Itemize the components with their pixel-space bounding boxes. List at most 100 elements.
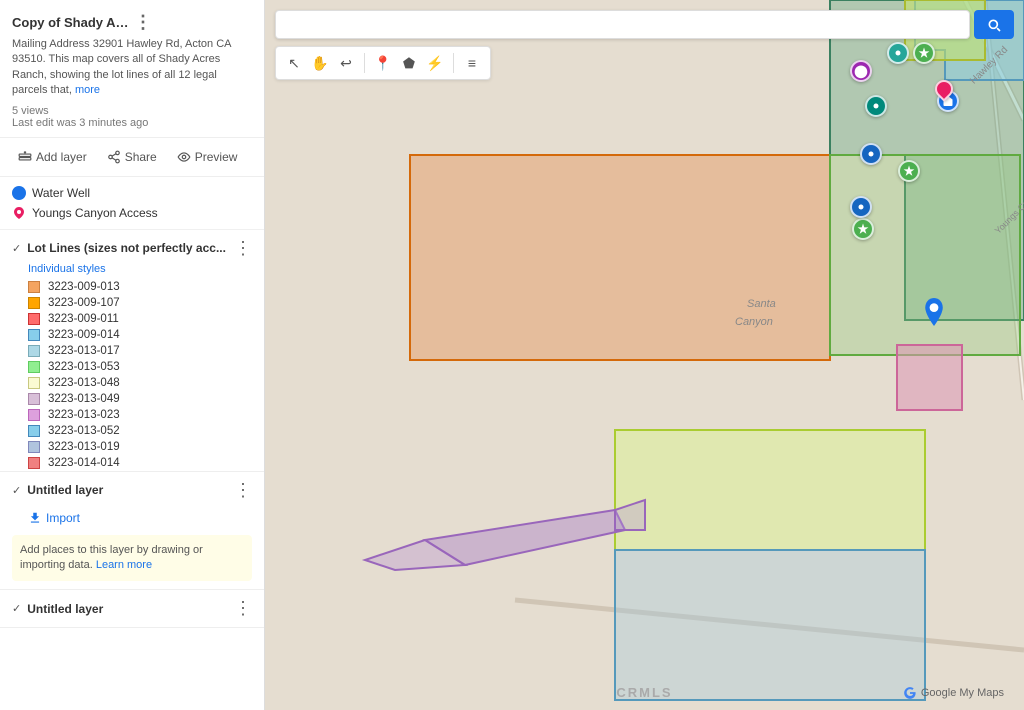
individual-styles-label[interactable]: Individual styles <box>0 263 264 279</box>
import-button[interactable]: Import <box>0 509 264 531</box>
lot-lines-more-button[interactable]: ⋮ <box>234 238 252 259</box>
share-button[interactable]: Share <box>101 146 163 168</box>
more-tools-button[interactable]: ≡ <box>460 51 484 75</box>
google-maps-watermark: Google My Maps <box>903 686 1004 700</box>
map-background <box>265 0 1024 710</box>
map-more-options-button[interactable]: ⋮ <box>134 12 252 33</box>
share-icon <box>107 150 121 164</box>
untitled-layer-1-section: ✓ Untitled layer ⋮ Import Add places to … <box>0 472 264 591</box>
map-title-row: Copy of Shady Acres 12- parcels ... ⋮ <box>12 12 252 33</box>
crmls-watermark: CRMLS <box>616 685 672 700</box>
untitled-layer-2-checkbox[interactable]: ✓ <box>12 602 21 615</box>
parcel-color-indicator <box>28 329 40 341</box>
untitled-layer-1-checkbox[interactable]: ✓ <box>12 484 21 497</box>
nav-icon <box>870 100 882 112</box>
draw-line-button[interactable]: ⬟ <box>397 51 421 75</box>
untitled-layer-2-header: ✓ Untitled layer ⋮ <box>0 590 264 627</box>
youngs-canyon-label: Youngs Canyon Access <box>32 206 158 220</box>
map-title: Copy of Shady Acres 12- parcels ... <box>12 15 130 30</box>
nav-icon-3 <box>855 201 867 213</box>
add-layer-button[interactable]: Add layer <box>12 146 93 168</box>
toolbar-separator-2 <box>453 53 454 73</box>
sidebar-header: Copy of Shady Acres 12- parcels ... ⋮ Ma… <box>0 0 264 138</box>
map-search <box>275 10 1014 39</box>
area-label-canyon: Canyon <box>735 316 773 328</box>
parcel-3223-013-049: 3223-013-049 <box>0 391 264 407</box>
learn-more-link[interactable]: Learn more <box>96 559 152 571</box>
lot-lines-title: Lot Lines (sizes not perfectly acc... <box>27 241 226 255</box>
search-icon <box>986 17 1002 33</box>
parcel-3223-009-014: 3223-009-014 <box>0 327 264 343</box>
youngs-canyon-icon <box>12 206 26 220</box>
untitled-layer-2-title: Untitled layer <box>27 602 226 616</box>
add-places-box: Add places to this layer by drawing or i… <box>12 535 252 582</box>
parcel-color-indicator <box>28 409 40 421</box>
map-pin-blue-nav-2[interactable] <box>850 196 872 218</box>
search-button[interactable] <box>974 10 1014 39</box>
parcel-color-indicator <box>28 441 40 453</box>
untitled-layer-2-section: ✓ Untitled layer ⋮ <box>0 590 264 628</box>
preview-icon <box>177 150 191 164</box>
parcel-color-indicator <box>28 361 40 373</box>
youngs-canyon-item: Youngs Canyon Access <box>12 203 252 223</box>
lot-lines-header: ✓ Lot Lines (sizes not perfectly acc... … <box>0 230 264 263</box>
preview-button[interactable]: Preview <box>171 146 244 168</box>
lot-lines-checkbox[interactable]: ✓ <box>12 242 21 255</box>
sidebar-actions: Add layer Share Preview <box>0 138 264 177</box>
area-label-santa: Santa <box>747 298 776 310</box>
search-input[interactable] <box>284 11 961 38</box>
parcel-3223-009-107: 3223-009-107 <box>0 295 264 311</box>
parcel-3223-009-011: 3223-009-011 <box>0 311 264 327</box>
parcel-3223-009-013: 3223-009-013 <box>0 279 264 295</box>
map-pin-teardrop-blue[interactable] <box>923 298 945 326</box>
water-well-label: Water Well <box>32 186 90 200</box>
map-pin-green-star-3[interactable]: ★ <box>852 218 874 240</box>
water-well-icon <box>12 186 26 200</box>
parcel-color-indicator <box>28 281 40 293</box>
parcel-color-indicator <box>28 377 40 389</box>
parcel-3223-014-014: 3223-014-014 <box>0 455 264 471</box>
map-pin-green-star-2[interactable]: ★ <box>898 160 920 182</box>
fixed-items-section: Water Well Youngs Canyon Access <box>0 177 264 230</box>
cursor-tool-button[interactable]: ↖ <box>282 51 306 75</box>
lot-lines-layer: ✓ Lot Lines (sizes not perfectly acc... … <box>0 230 264 472</box>
measure-button[interactable]: ⚡ <box>423 51 447 75</box>
parcel-color-indicator <box>28 297 40 309</box>
parcel-3223-013-023: 3223-013-023 <box>0 407 264 423</box>
toolbar-separator-1 <box>364 53 365 73</box>
untitled-layer-1-title: Untitled layer <box>27 483 226 497</box>
parcel-3223-013-052: 3223-013-052 <box>0 423 264 439</box>
parcel-3223-013-053: 3223-013-053 <box>0 359 264 375</box>
parcel-3223-013-017: 3223-013-017 <box>0 343 264 359</box>
map-area[interactable]: ↖ ✋ ↩ 📍 ⬟ ⚡ ≡ ★ ⬤ ★ <box>265 0 1024 710</box>
parcel-color-indicator <box>28 393 40 405</box>
add-marker-button[interactable]: 📍 <box>371 51 395 75</box>
water-well-item: Water Well <box>12 183 252 203</box>
map-pin-teal-1[interactable] <box>887 42 909 64</box>
map-pin-purple[interactable]: ⬤ <box>850 60 872 82</box>
more-link[interactable]: more <box>75 84 100 96</box>
map-pin-green-star[interactable]: ★ <box>913 42 935 64</box>
map-views: 5 views Last edit was 3 minutes ago <box>12 105 252 129</box>
map-pin-blue-nav[interactable] <box>860 143 882 165</box>
parcel-3223-013-019: 3223-013-019 <box>0 439 264 455</box>
sidebar-content: Water Well Youngs Canyon Access ✓ Lot Li… <box>0 177 264 710</box>
import-icon <box>28 511 42 525</box>
google-icon <box>903 686 917 700</box>
map-pin-nav[interactable] <box>865 95 887 117</box>
parcel-color-indicator <box>28 425 40 437</box>
parcel-color-indicator <box>28 345 40 357</box>
untitled-layer-2-more-button[interactable]: ⋮ <box>234 598 252 619</box>
parcel-color-indicator <box>28 457 40 469</box>
untitled-layer-1-more-button[interactable]: ⋮ <box>234 480 252 501</box>
undo-button[interactable]: ↩ <box>334 51 358 75</box>
add-layer-icon <box>18 150 32 164</box>
map-description: Mailing Address 32901 Hawley Rd, Acton C… <box>12 37 252 99</box>
sidebar: Copy of Shady Acres 12- parcels ... ⋮ Ma… <box>0 0 265 710</box>
map-toolbar: ↖ ✋ ↩ 📍 ⬟ ⚡ ≡ <box>275 46 491 80</box>
parcel-3223-013-048: 3223-013-048 <box>0 375 264 391</box>
nav-icon-2 <box>865 148 877 160</box>
untitled-layer-1-header: ✓ Untitled layer ⋮ <box>0 472 264 509</box>
parcel-color-indicator <box>28 313 40 325</box>
pan-tool-button[interactable]: ✋ <box>308 51 332 75</box>
